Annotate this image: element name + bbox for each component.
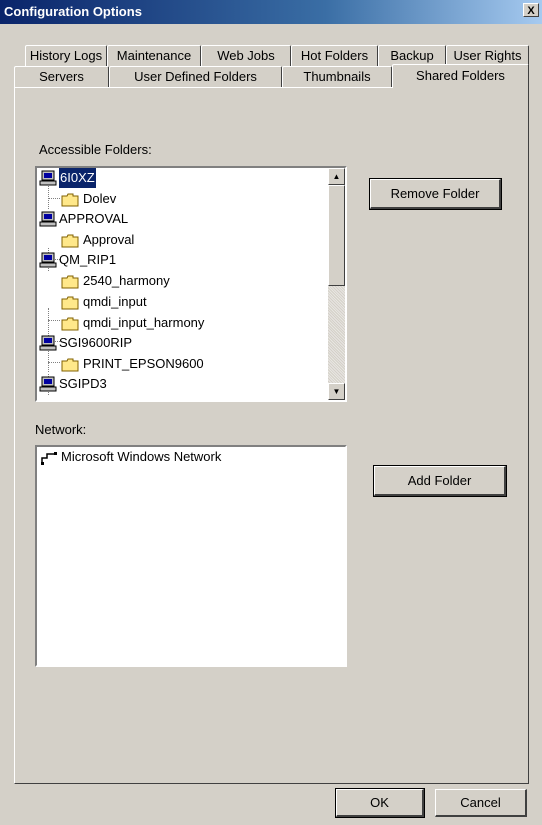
tree-item-computer[interactable]: APPROVAL: [37, 209, 327, 229]
computer-icon: [39, 376, 57, 392]
tab-hot-folders[interactable]: Hot Folders: [291, 45, 378, 67]
scrollbar-thumb[interactable]: [328, 185, 345, 286]
network-tree[interactable]: Microsoft Windows Network: [35, 445, 347, 667]
folder-icon: [61, 234, 79, 248]
folder-icon: [61, 296, 79, 310]
remove-folder-button[interactable]: Remove Folder: [369, 178, 502, 210]
shared-folders-panel: Accessible Folders: 6I0XZ Dolev APPROVAL…: [14, 87, 529, 784]
cancel-button[interactable]: Cancel: [435, 789, 527, 817]
accessible-folders-tree[interactable]: 6I0XZ Dolev APPROVAL Approval QM_RIP1 25…: [35, 166, 347, 402]
computer-icon: [39, 170, 57, 186]
tree-item-label: PRINT_EPSON9600: [83, 356, 204, 371]
tree-item-label: Approval: [83, 232, 135, 247]
close-button[interactable]: X: [523, 3, 539, 17]
tab-servers[interactable]: Servers: [14, 66, 109, 88]
tree-item-label: SGIPD3: [59, 376, 107, 391]
accessible-folders-label: Accessible Folders:: [39, 142, 152, 157]
ok-button[interactable]: OK: [335, 788, 425, 818]
folder-icon: [61, 317, 79, 331]
network-icon: [41, 452, 57, 465]
network-item[interactable]: Microsoft Windows Network: [37, 447, 337, 467]
folder-icon: [61, 275, 79, 289]
tree-item-label: SGI9600RIP: [59, 335, 132, 350]
scroll-up-arrow-icon[interactable]: ▲: [328, 168, 345, 185]
tree-item-label: qmdi_input: [83, 294, 147, 309]
folder-icon: [61, 358, 79, 372]
scroll-down-arrow-icon[interactable]: ▼: [328, 383, 345, 400]
tree-item-folder[interactable]: 2540_harmony: [37, 271, 327, 291]
tree-item-label: Dolev: [83, 191, 117, 206]
tree-item-label: APPROVAL: [59, 211, 129, 226]
network-item-label: Microsoft Windows Network: [61, 449, 222, 464]
folder-icon: [61, 193, 79, 207]
computer-icon: [39, 211, 57, 227]
add-folder-button[interactable]: Add Folder: [373, 465, 507, 497]
tab-maintenance[interactable]: Maintenance: [107, 45, 201, 67]
configuration-options-window: Configuration Options X History Logs Mai…: [0, 0, 542, 825]
tree-item-computer[interactable]: SGIPD3: [37, 374, 327, 394]
tree-item-folder[interactable]: qmdi_input: [37, 292, 327, 312]
tree-item-folder[interactable]: PRINT_EPSON9600: [37, 354, 327, 374]
tab-web-jobs[interactable]: Web Jobs: [201, 45, 291, 67]
tree-item-computer[interactable]: SGI9600RIP: [37, 333, 327, 353]
tree-item-label: 6I0XZ: [58, 168, 97, 189]
tree-item-folder[interactable]: Approval: [37, 230, 327, 250]
tree-item-computer[interactable]: 6I0XZ: [37, 168, 327, 189]
window-title: Configuration Options: [4, 4, 142, 19]
title-bar[interactable]: Configuration Options X: [0, 0, 542, 24]
tab-history-logs[interactable]: History Logs: [25, 45, 107, 67]
network-label: Network:: [35, 422, 87, 437]
computer-icon: [39, 252, 57, 268]
tree-scrollbar[interactable]: ▲ ▼: [328, 168, 345, 400]
computer-icon: [39, 335, 57, 351]
tree-item-label: 2540_harmony: [83, 273, 170, 288]
tree-item-label: QM_RIP1: [59, 252, 117, 267]
tree-item-label: qmdi_input_harmony: [83, 315, 205, 330]
tree-item-folder[interactable]: qmdi_input_harmony: [37, 313, 327, 333]
tree-item-computer[interactable]: QM_RIP1: [37, 250, 327, 270]
tree-item-folder[interactable]: Dolev: [37, 189, 327, 209]
tab-shared-folders[interactable]: Shared Folders: [392, 64, 529, 88]
tab-user-defined-folders[interactable]: User Defined Folders: [109, 66, 282, 88]
tab-thumbnails[interactable]: Thumbnails: [282, 66, 392, 88]
